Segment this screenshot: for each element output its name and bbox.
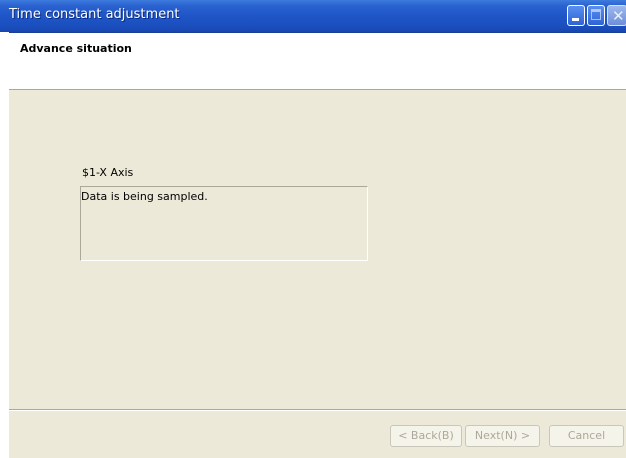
minimize-icon (572, 18, 579, 21)
close-button: ✕ (607, 5, 626, 26)
maximize-icon (591, 9, 601, 20)
footer-divider (9, 409, 626, 411)
status-message: Data is being sampled. (81, 190, 208, 203)
next-button[interactable]: Next(N) > (465, 425, 540, 447)
close-icon: ✕ (612, 7, 625, 25)
status-box: Data is being sampled. (80, 186, 368, 261)
window-title: Time constant adjustment (9, 7, 180, 22)
window-left-border (0, 32, 9, 458)
axis-label: $1-X Axis (82, 166, 134, 179)
title-bar[interactable]: Time constant adjustment ✕ (0, 0, 626, 33)
wizard-window: Time constant adjustment ✕ Advance situa… (0, 0, 626, 458)
cancel-button[interactable]: Cancel (549, 425, 624, 447)
maximize-button (587, 5, 605, 26)
page-title: Advance situation (20, 42, 132, 55)
minimize-button[interactable] (567, 5, 585, 26)
wizard-header: Advance situation (9, 33, 626, 90)
back-button[interactable]: < Back(B) (390, 425, 462, 447)
